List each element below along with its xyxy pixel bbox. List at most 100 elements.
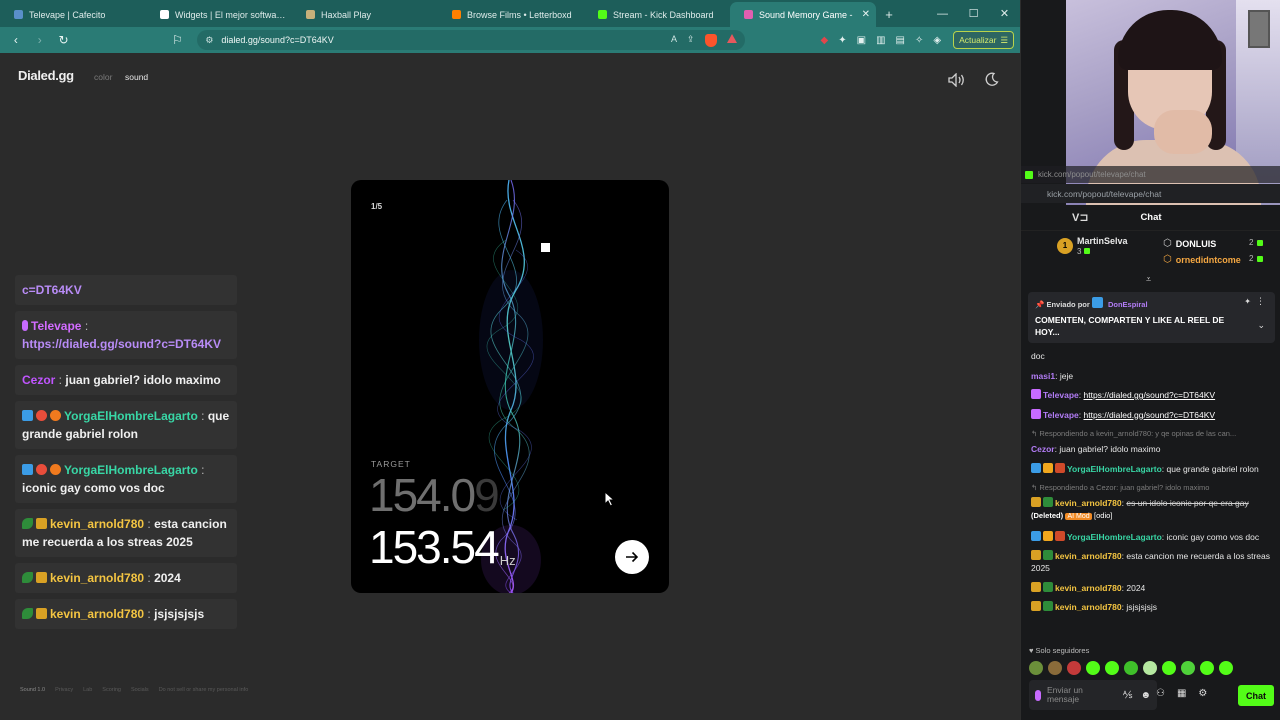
chat-username[interactable]: masi1: [1031, 371, 1055, 381]
store-icon[interactable]: ▦: [1177, 688, 1186, 699]
footer-link[interactable]: Lab: [83, 687, 92, 693]
translate-icon[interactable]: ⅍: [1123, 690, 1132, 701]
emote-icon[interactable]: [1124, 661, 1138, 675]
leaderboard-entry[interactable]: ⬡ DONLUIS: [1163, 238, 1216, 249]
browser-tab[interactable]: Haxball Play: [292, 2, 438, 27]
chat-username[interactable]: kevin_arnold780: [1055, 498, 1122, 508]
nav-sound-link[interactable]: sound: [125, 72, 148, 82]
extensions-toolbar: ◆ ✦ ▣ ▥ ▤ ✧ ◈: [821, 35, 942, 46]
chat-username[interactable]: kevin_arnold780: [1055, 551, 1122, 561]
footer-link[interactable]: Sound 1.0: [20, 687, 45, 693]
emote-icon[interactable]: [1086, 661, 1100, 675]
url-field[interactable]: ⚙ dialed.gg/sound?c=DT64KV A ⇪: [197, 30, 745, 50]
chat-link[interactable]: https://dialed.gg/sound?c=DT64KV: [1084, 410, 1216, 420]
emote-icon[interactable]: [1048, 661, 1062, 675]
channel-logo-icon[interactable]: V⊐: [1072, 211, 1089, 224]
chat-username[interactable]: YorgaElHombreLagarto: [1067, 532, 1162, 542]
next-button[interactable]: [615, 540, 649, 574]
footer-link[interactable]: Privacy: [55, 687, 73, 693]
back-icon[interactable]: ‹: [6, 30, 26, 50]
leaf-badge-icon: [1043, 550, 1053, 560]
minimize-icon[interactable]: —: [927, 0, 958, 27]
footer-link[interactable]: Socials: [131, 687, 149, 693]
new-tab-button[interactable]: +: [876, 2, 902, 27]
brave-shields-icon[interactable]: [704, 33, 717, 47]
more-icon[interactable]: ⋮: [1256, 296, 1265, 307]
emote-icon[interactable]: [1105, 661, 1119, 675]
crown-badge-icon: [1031, 497, 1041, 507]
emoji-icon[interactable]: ☻: [1140, 690, 1151, 701]
emote-icon[interactable]: [1162, 661, 1176, 675]
popup-title: kick.com/popout/televape/chat: [1038, 170, 1146, 179]
reload-icon[interactable]: ↻: [54, 30, 74, 50]
browser-tab[interactable]: Televape | Cafecito: [0, 2, 146, 27]
browser-tab[interactable]: Widgets | El mejor software para: [146, 2, 292, 27]
stream-chat-overlay: c=DT64KV Televape : https://dialed.gg/sou…: [15, 275, 237, 635]
reply-reference[interactable]: ↰ Respondiendo a Cezor: juan gabriel? id…: [1031, 482, 1273, 494]
pinned-message[interactable]: 📌 Enviado por DonEspiral ✦ ⋮ COMENTEN, C…: [1028, 292, 1275, 343]
browser-tab[interactable]: Sound Memory Game - ✕: [730, 2, 876, 27]
bookmark-icon[interactable]: ⚐: [167, 30, 187, 50]
overlay-link: c=DT64KV: [22, 283, 82, 297]
extension-icon[interactable]: ◆: [821, 35, 829, 46]
chat-username[interactable]: kevin_arnold780: [1055, 583, 1122, 593]
maximize-icon[interactable]: ☐: [958, 0, 989, 27]
emote-icon[interactable]: [1067, 661, 1081, 675]
crown-badge-icon: [36, 608, 47, 619]
chat-username[interactable]: Televape: [1043, 390, 1079, 400]
chat-input-placeholder: Enviar un mensaje: [1047, 685, 1083, 704]
crown-badge-icon: [36, 518, 47, 529]
footer-link[interactable]: Scoring: [102, 687, 121, 693]
extensions-puzzle-icon[interactable]: ✦: [838, 35, 846, 46]
overlay-chat-message: YorgaElHombreLagarto : iconic gay como v…: [15, 455, 237, 503]
share-icon[interactable]: ⇪: [687, 34, 695, 47]
chat-input[interactable]: Enviar un mensaje ⅍ ☻: [1029, 680, 1157, 710]
forward-icon[interactable]: ›: [30, 30, 50, 50]
page-footer: Sound 1.0 Privacy Lab Scoring Socials Do not …: [20, 687, 248, 693]
browser-tab[interactable]: Stream - Kick Dashboard: [584, 2, 730, 27]
chat-username[interactable]: YorgaElHombreLagarto: [1067, 464, 1162, 474]
sidebar-icon[interactable]: ▥: [876, 35, 885, 46]
emote-icon[interactable]: [1029, 661, 1043, 675]
site-logo[interactable]: Dialed.gg: [18, 68, 74, 83]
leader-name: DONLUIS: [1175, 238, 1217, 249]
nav-color-link[interactable]: color: [94, 72, 112, 82]
chevron-down-icon[interactable]: ⌄: [1257, 320, 1265, 331]
speaker-icon[interactable]: [948, 73, 966, 87]
overlay-text: :: [197, 409, 208, 423]
chat-link[interactable]: https://dialed.gg/sound?c=DT64KV: [1084, 390, 1216, 400]
emote-icon[interactable]: [1200, 661, 1214, 675]
translate-icon[interactable]: A: [671, 34, 677, 47]
send-chat-button[interactable]: Chat: [1238, 685, 1274, 706]
message-text: Respondiendo a Cezor: juan gabriel? idol…: [1039, 483, 1210, 492]
users-icon[interactable]: ⚇: [1156, 688, 1165, 699]
emote-icon[interactable]: [1219, 661, 1233, 675]
overlay-text: :: [55, 373, 66, 387]
emote-icon[interactable]: [1181, 661, 1195, 675]
leaderboard-entry[interactable]: 1 MartinSelva 3: [1057, 236, 1128, 256]
pin-toggle-icon[interactable]: ✦: [1244, 297, 1251, 306]
moon-icon[interactable]: [984, 72, 999, 87]
chat-username[interactable]: Televape: [1043, 410, 1079, 420]
reply-reference[interactable]: ↰ Respondiendo a kevin_arnold780: y qe o…: [1031, 428, 1273, 440]
collapse-icon[interactable]: ⩡: [1146, 274, 1151, 285]
chat-username[interactable]: Cezor: [1031, 444, 1055, 454]
brave-rewards-icon[interactable]: [726, 33, 737, 43]
rank-2-badge-icon: ⬡: [1163, 238, 1172, 249]
emote-icon[interactable]: [1143, 661, 1157, 675]
browser-tab[interactable]: Browse Films • Letterboxd: [438, 2, 584, 27]
vpn-icon[interactable]: ◈: [933, 35, 941, 46]
leaderboard-entry[interactable]: ⬡ ornedidntcome: [1163, 254, 1241, 265]
emote-bar: [1029, 661, 1233, 675]
screenshot-icon[interactable]: ▣: [857, 35, 866, 46]
leo-ai-icon[interactable]: ✧: [915, 35, 923, 46]
footer-link[interactable]: Do not sell or share my personal info: [159, 687, 249, 693]
site-settings-icon[interactable]: ⚙: [205, 35, 213, 46]
chat-username[interactable]: kevin_arnold780: [1055, 602, 1122, 612]
update-button[interactable]: Actualizar ☰: [953, 31, 1015, 49]
settings-icon[interactable]: ⚙: [1198, 688, 1207, 699]
close-window-icon[interactable]: ✕: [989, 0, 1020, 27]
close-tab-icon[interactable]: ✕: [862, 9, 870, 20]
leader-count: 3: [1077, 247, 1082, 256]
wallet-icon[interactable]: ▤: [896, 35, 905, 46]
